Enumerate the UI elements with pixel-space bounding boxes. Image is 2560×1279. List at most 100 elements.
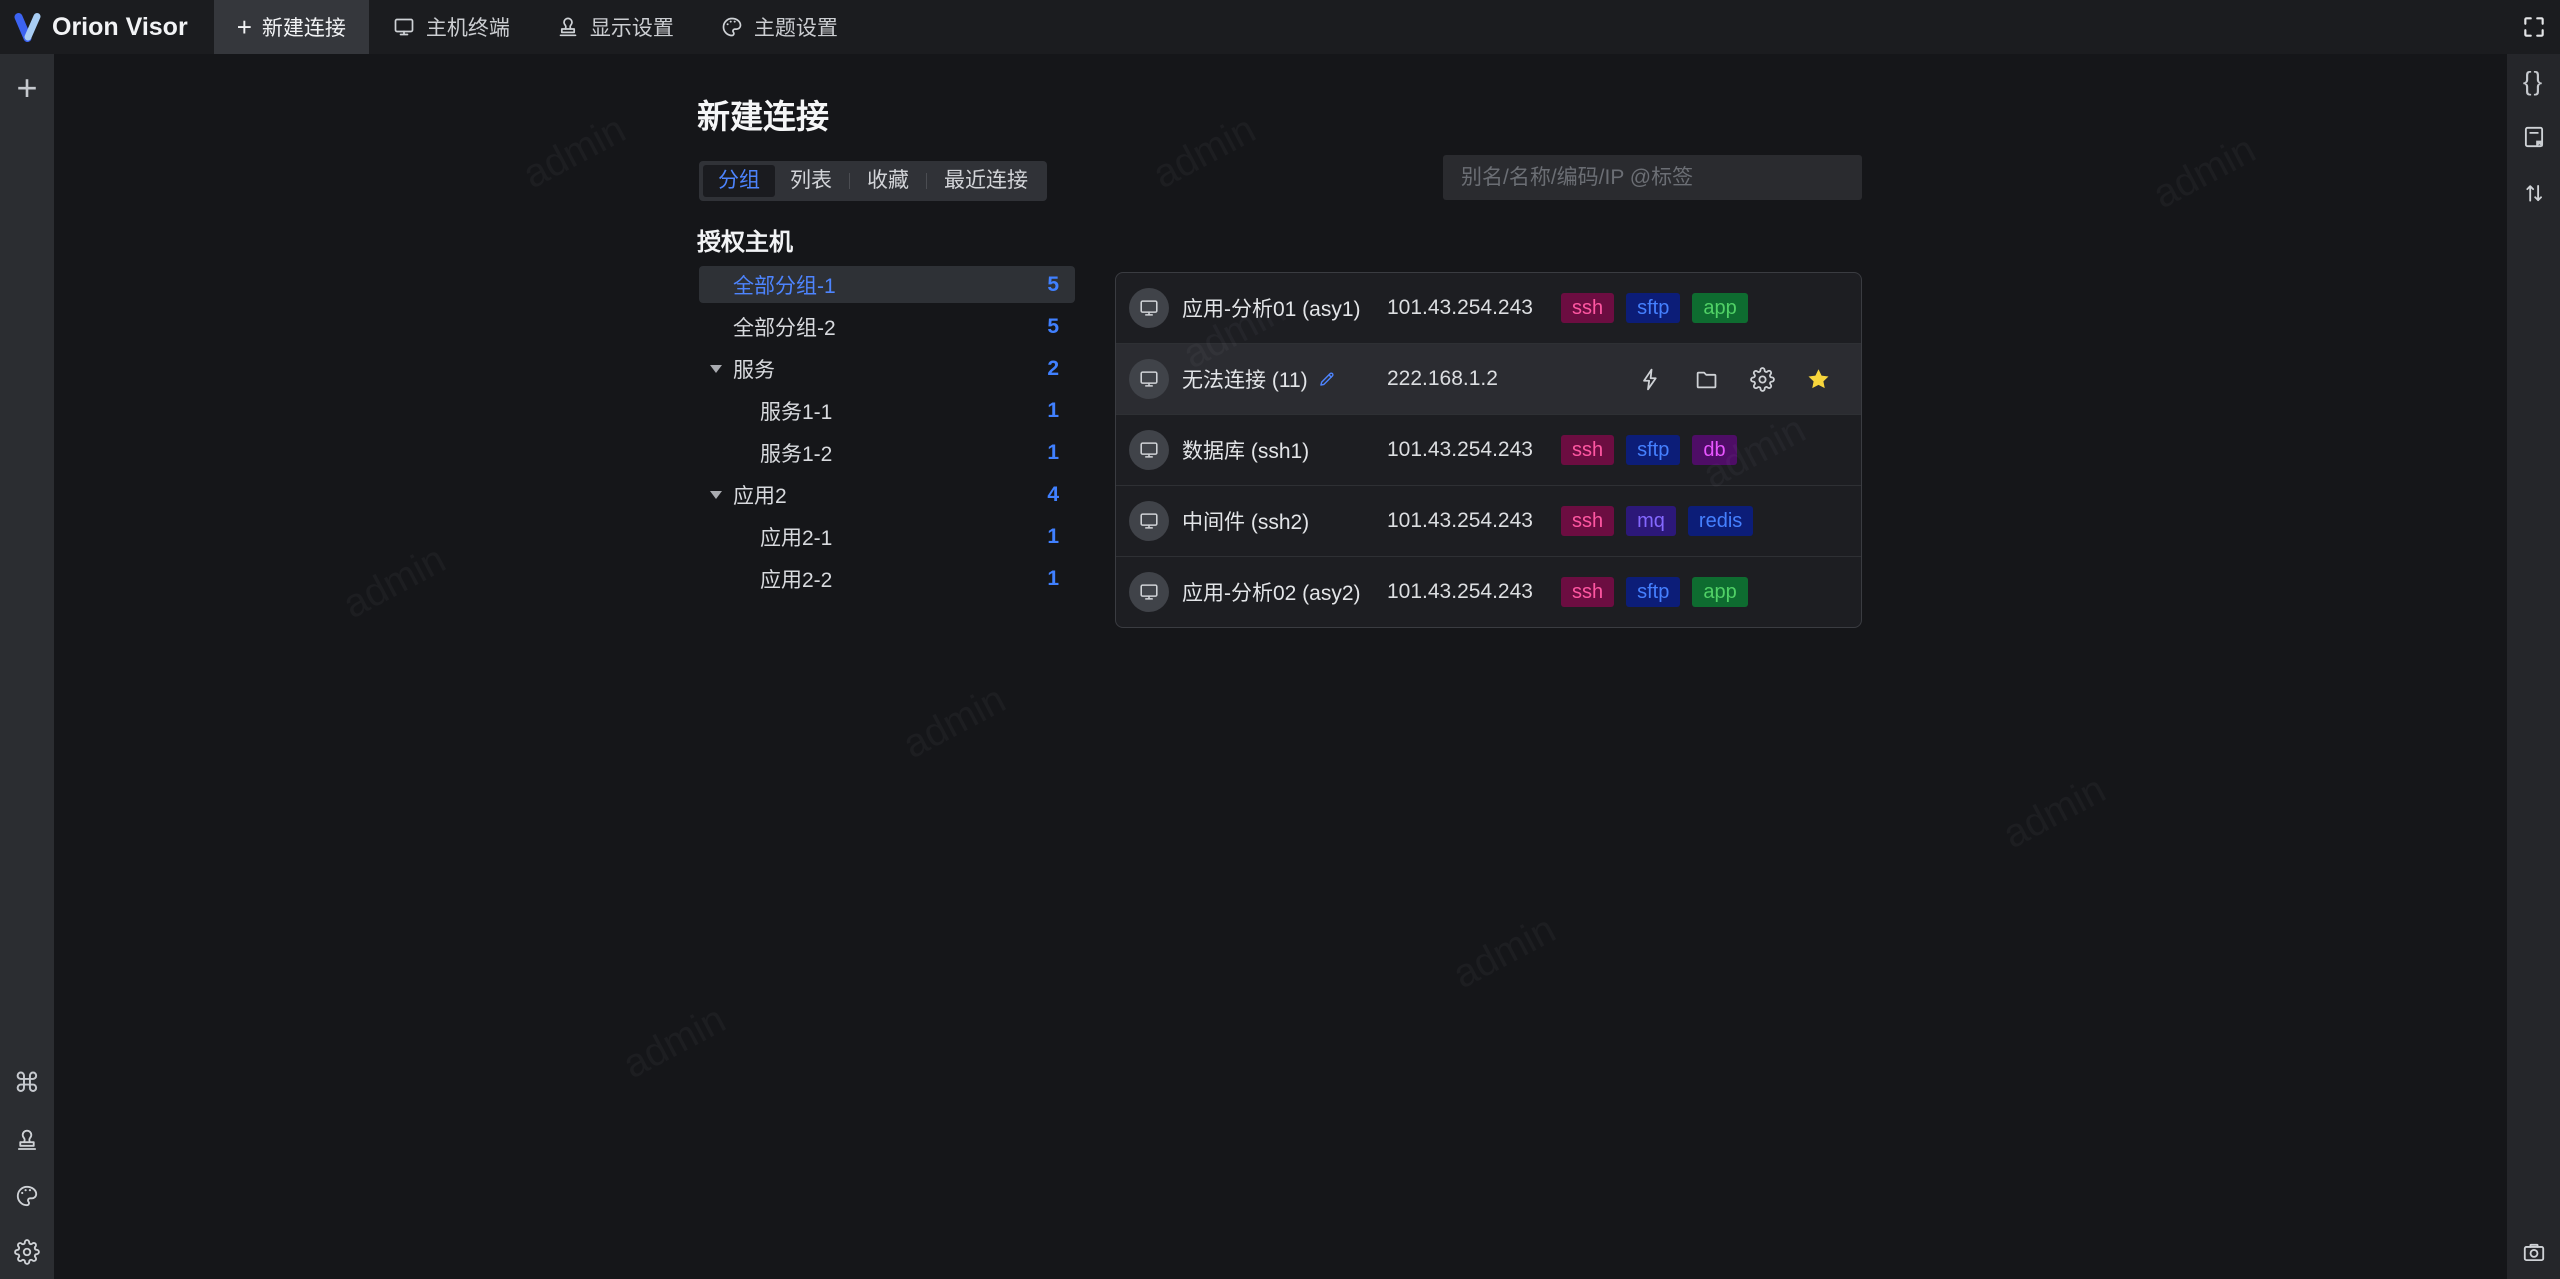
monitor-icon bbox=[1140, 300, 1158, 316]
topbar: Orion Visor + 新建连接 主机终端 显示设置 主题设置 bbox=[0, 0, 2560, 54]
document-bookmark-icon[interactable] bbox=[2521, 124, 2547, 150]
host-name: 无法连接 (11) bbox=[1182, 344, 1337, 414]
host-row[interactable]: 无法连接 (11) 222.168.1.2 bbox=[1116, 344, 1861, 415]
tag: mq bbox=[1626, 506, 1676, 536]
host-row[interactable]: 应用-分析01 (asy1) 101.43.254.243 ssh sftp a… bbox=[1116, 273, 1861, 344]
host-ip: 101.43.254.243 bbox=[1387, 296, 1533, 319]
sort-icon[interactable] bbox=[2521, 180, 2547, 206]
host-row[interactable]: 应用-分析02 (asy2) 101.43.254.243 ssh sftp a… bbox=[1116, 557, 1861, 627]
right-rail-top-group: {} bbox=[2521, 68, 2547, 206]
terminal-icon bbox=[394, 18, 414, 36]
tree-item-label: 全部分组-1 bbox=[733, 274, 836, 298]
avatar bbox=[1129, 288, 1169, 328]
left-rail-top-group: + bbox=[16, 70, 37, 106]
tree-item[interactable]: 服务1-1 1 bbox=[699, 392, 1075, 429]
plus-icon: + bbox=[236, 12, 252, 42]
chevron-down-icon[interactable] bbox=[710, 491, 722, 499]
search-box bbox=[1443, 155, 1862, 200]
host-ip: 101.43.254.243 bbox=[1387, 438, 1533, 461]
tree-item-label: 应用2-2 bbox=[760, 568, 833, 592]
favorite-star-icon[interactable] bbox=[1806, 367, 1831, 392]
host-ip: 222.168.1.2 bbox=[1387, 367, 1498, 390]
stamp-icon[interactable] bbox=[14, 1127, 40, 1153]
search-input[interactable] bbox=[1459, 164, 1846, 191]
sftp-folder-icon[interactable] bbox=[1694, 367, 1719, 392]
tag: redis bbox=[1687, 506, 1754, 536]
topbar-tab-label: 显示设置 bbox=[589, 17, 674, 40]
monitor-icon bbox=[1140, 584, 1158, 600]
view-mode-switcher: 分组 列表 收藏 最近连接 bbox=[699, 161, 1047, 201]
main-content: 新建连接 分组 列表 收藏 最近连接 授权主机 全部分组-1 5 全部分组-2 … bbox=[54, 54, 2507, 1279]
tree-item-count: 4 bbox=[1047, 482, 1059, 506]
host-name-text: 无法连接 (11) bbox=[1182, 369, 1308, 392]
palette-icon bbox=[722, 17, 742, 37]
app-brand: Orion Visor bbox=[0, 0, 214, 54]
palette-icon[interactable] bbox=[14, 1183, 40, 1209]
tree-item-count: 1 bbox=[1047, 566, 1059, 590]
tree-item-label: 服务 bbox=[733, 358, 775, 382]
tag-list: ssh sftp db bbox=[1561, 415, 1737, 485]
host-row[interactable]: 中间件 (ssh2) 101.43.254.243 ssh mq redis bbox=[1116, 486, 1861, 557]
tag-list: ssh sftp app bbox=[1561, 273, 1748, 343]
topbar-tab-display-settings[interactable]: 显示设置 bbox=[533, 0, 697, 54]
host-ip: 101.43.254.243 bbox=[1387, 580, 1533, 603]
topbar-tab-theme-settings[interactable]: 主题设置 bbox=[697, 0, 861, 54]
tree-item-count: 5 bbox=[1047, 314, 1059, 338]
tree-item-count: 1 bbox=[1047, 398, 1059, 422]
camera-icon[interactable] bbox=[2521, 1239, 2547, 1265]
stamp-icon bbox=[559, 17, 577, 37]
tree-item[interactable]: 服务 2 bbox=[699, 350, 1075, 387]
fullscreen-icon bbox=[2524, 17, 2544, 37]
topbar-tab-label: 主题设置 bbox=[753, 17, 838, 40]
chevron-down-icon[interactable] bbox=[710, 365, 722, 373]
connect-lightning-icon[interactable] bbox=[1638, 367, 1663, 392]
tree-item-label: 应用2 bbox=[733, 484, 787, 508]
tree-item[interactable]: 服务1-2 1 bbox=[699, 434, 1075, 471]
view-tab-recent[interactable]: 最近连接 bbox=[929, 165, 1043, 197]
tree-item[interactable]: 应用2 4 bbox=[699, 476, 1075, 513]
group-tree: 全部分组-1 5 全部分组-2 5 服务 2 服务1-1 1 服务1-2 1 应… bbox=[699, 266, 1075, 602]
divider bbox=[926, 173, 927, 189]
tree-item[interactable]: 全部分组-1 5 bbox=[699, 266, 1075, 303]
tree-item-count: 2 bbox=[1047, 356, 1059, 380]
topbar-tab-label: 新建连接 bbox=[261, 17, 346, 40]
tag: sftp bbox=[1626, 435, 1681, 465]
host-ip: 101.43.254.243 bbox=[1387, 509, 1533, 532]
settings-gear-icon[interactable] bbox=[1750, 366, 1775, 392]
topbar-tab-host-terminal[interactable]: 主机终端 bbox=[369, 0, 533, 54]
add-icon[interactable]: + bbox=[16, 70, 37, 106]
host-row[interactable]: 数据库 (ssh1) 101.43.254.243 ssh sftp db bbox=[1116, 415, 1861, 486]
tag: ssh bbox=[1561, 577, 1615, 607]
tree-item[interactable]: 全部分组-2 5 bbox=[699, 308, 1075, 345]
row-actions bbox=[1638, 344, 1831, 414]
fullscreen-button[interactable] bbox=[2521, 14, 2547, 40]
avatar bbox=[1129, 572, 1169, 612]
view-tab-list[interactable]: 列表 bbox=[775, 165, 847, 197]
tree-item-count: 1 bbox=[1047, 440, 1059, 464]
view-tab-favorites[interactable]: 收藏 bbox=[852, 165, 924, 197]
tag: app bbox=[1692, 293, 1748, 323]
right-rail-bottom-group bbox=[2521, 1239, 2547, 1265]
host-list: 应用-分析01 (asy1) 101.43.254.243 ssh sftp a… bbox=[1115, 272, 1862, 628]
view-tab-group[interactable]: 分组 bbox=[703, 165, 775, 197]
tree-item[interactable]: 应用2-1 1 bbox=[699, 518, 1075, 555]
topbar-tab-new-connection[interactable]: + 新建连接 bbox=[213, 0, 369, 54]
avatar bbox=[1129, 501, 1169, 541]
left-rail-bottom-group: ⌘ bbox=[14, 1070, 41, 1265]
tag-list: ssh sftp app bbox=[1561, 557, 1748, 627]
monitor-icon bbox=[1140, 371, 1158, 387]
host-name: 应用-分析02 (asy2) bbox=[1182, 582, 1361, 605]
tag: app bbox=[1692, 577, 1748, 607]
monitor-icon bbox=[1140, 513, 1158, 529]
host-name: 中间件 (ssh2) bbox=[1182, 511, 1310, 534]
tag: ssh bbox=[1561, 435, 1615, 465]
json-braces-icon[interactable]: {} bbox=[2523, 68, 2544, 94]
gear-icon[interactable] bbox=[14, 1239, 40, 1265]
edit-pencil-icon[interactable] bbox=[1317, 369, 1337, 389]
topbar-tab-label: 主机终端 bbox=[425, 17, 510, 40]
page-title: 新建连接 bbox=[697, 98, 829, 135]
tree-item[interactable]: 应用2-2 1 bbox=[699, 560, 1075, 597]
keyboard-shortcut-icon[interactable]: ⌘ bbox=[14, 1070, 41, 1097]
left-rail: + ⌘ bbox=[0, 54, 54, 1279]
monitor-icon bbox=[1140, 442, 1158, 458]
